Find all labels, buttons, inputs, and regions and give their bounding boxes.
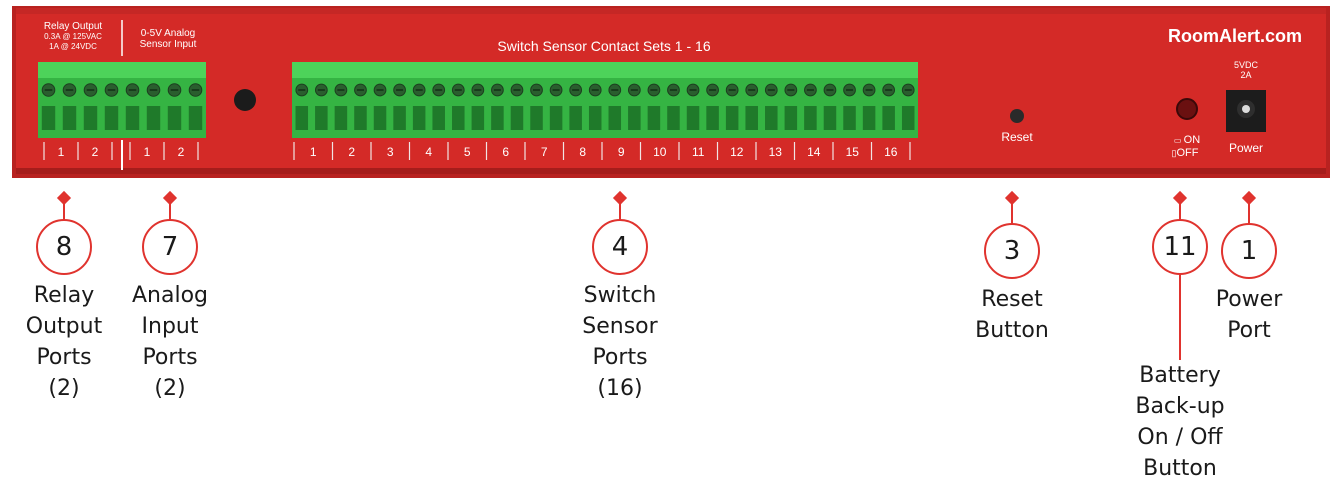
analog-port-number: 2: [177, 145, 185, 159]
relay-header-line: Relay Output: [43, 21, 103, 32]
callout-number-badge: 4: [592, 219, 648, 275]
mount-hole: [234, 89, 256, 111]
callout-label-power: Power Port: [1199, 284, 1299, 346]
switch-port-number: 6: [502, 145, 510, 159]
battery-off-label: ▯OFF: [1171, 147, 1199, 159]
analog-header: 0-5V Analog Sensor Input: [128, 28, 208, 50]
callout-label-line: Ports: [142, 345, 198, 370]
callout-label-relay: Relay Output Ports (2): [14, 280, 114, 404]
brand-label: RoomAlert.com: [1167, 26, 1302, 46]
callout-marker: [1172, 190, 1188, 206]
battery-off-text: OFF: [1176, 147, 1199, 159]
callout-number-badge: 7: [142, 219, 198, 275]
power-spec: 5VDC 2A: [1222, 60, 1270, 80]
switch-port-number: 14: [807, 145, 821, 159]
callout-marker: [612, 190, 628, 206]
switch-terminal-block: [292, 62, 918, 138]
callout-label-line: Ports: [36, 345, 92, 370]
callout-number-badge: 1: [1221, 223, 1277, 279]
battery-switch: [1176, 98, 1198, 120]
switch-port-number: 13: [768, 145, 782, 159]
switch-port-number: 9: [617, 145, 625, 159]
callout-label-line: Analog: [131, 283, 208, 308]
callout-number-badge: 3: [984, 223, 1040, 279]
callout-label-line: Port: [1227, 318, 1271, 343]
switch-port-number: 12: [730, 145, 744, 159]
relay-terminal-block: [38, 62, 206, 138]
callout-label-reset: Reset Button: [962, 284, 1062, 346]
callout-label-line: Sensor: [582, 314, 658, 339]
battery-on-text: ON: [1183, 134, 1201, 146]
switch-port-number: 2: [348, 145, 356, 159]
callout-label-line: Reset: [981, 287, 1043, 312]
analog-header-line: 0-5V Analog: [140, 28, 196, 39]
callout-marker: [162, 190, 178, 206]
battery-on-label: ▭ ON: [1173, 134, 1201, 146]
callout-marker: [1241, 190, 1257, 206]
callout-label-line: Output: [25, 314, 103, 339]
callout-label-line: Ports: [592, 345, 648, 370]
switch-port-number: 3: [386, 145, 394, 159]
callout-marker: [56, 190, 72, 206]
callout-label-line: Switch: [583, 283, 657, 308]
callout-label-line: (2): [48, 376, 80, 401]
reset-label: Reset: [1001, 130, 1033, 144]
relay-header-line: 1A @ 24VDC: [49, 42, 97, 51]
switch-port-number: 16: [884, 145, 898, 159]
callout-label-line: Back-up: [1135, 394, 1225, 419]
callout-number-badge: 8: [36, 219, 92, 275]
callout-label-switch: Switch Sensor Ports (16): [570, 280, 670, 404]
relay-header-line: 0.3A @ 125VAC: [44, 32, 102, 41]
switch-port-number: 7: [540, 145, 548, 159]
callout-marker: [1004, 190, 1020, 206]
switch-port-number: 8: [579, 145, 587, 159]
relay-header: Relay Output 0.3A @ 125VAC 1A @ 24VDC: [28, 22, 118, 52]
switch-header: Switch Sensor Contact Sets 1 - 16: [497, 38, 711, 54]
callout-label-line: Button: [1143, 456, 1217, 481]
switch-port-number: 1: [309, 145, 317, 159]
power-spec-line: 2A: [1240, 70, 1252, 80]
switch-port-number: 10: [653, 145, 667, 159]
power-label: Power: [1228, 141, 1263, 155]
callout-label-line: Relay: [33, 283, 95, 308]
callout-label-line: On / Off: [1137, 425, 1223, 450]
callout-label-line: Power: [1215, 287, 1283, 312]
analog-port-number: 1: [143, 145, 151, 159]
callout-label-line: Battery: [1139, 363, 1221, 388]
switch-port-number: 15: [845, 145, 859, 159]
power-spec-line: 5VDC: [1233, 60, 1258, 70]
switch-port-number: 11: [692, 145, 705, 159]
relay-port-number: 1: [57, 145, 65, 159]
device-diagram: RoomAlert.com Relay Output 0.3A @ 125VAC…: [0, 0, 1336, 485]
callout-label-line: Button: [975, 318, 1049, 343]
switch-port-number: 4: [425, 145, 433, 159]
callout-label-line: Input: [141, 314, 199, 339]
callout-label-line: (2): [154, 376, 186, 401]
relay-port-number: 2: [91, 145, 99, 159]
callout-label-line: (16): [597, 376, 643, 401]
callout-number-badge: 11: [1152, 219, 1208, 275]
callout-label-battery: Battery Back-up On / Off Button: [1110, 360, 1250, 484]
reset-button: [1010, 109, 1024, 123]
switch-port-number: 5: [463, 145, 471, 159]
analog-header-line: Sensor Input: [139, 39, 197, 50]
callout-label-analog: Analog Input Ports (2): [120, 280, 220, 404]
